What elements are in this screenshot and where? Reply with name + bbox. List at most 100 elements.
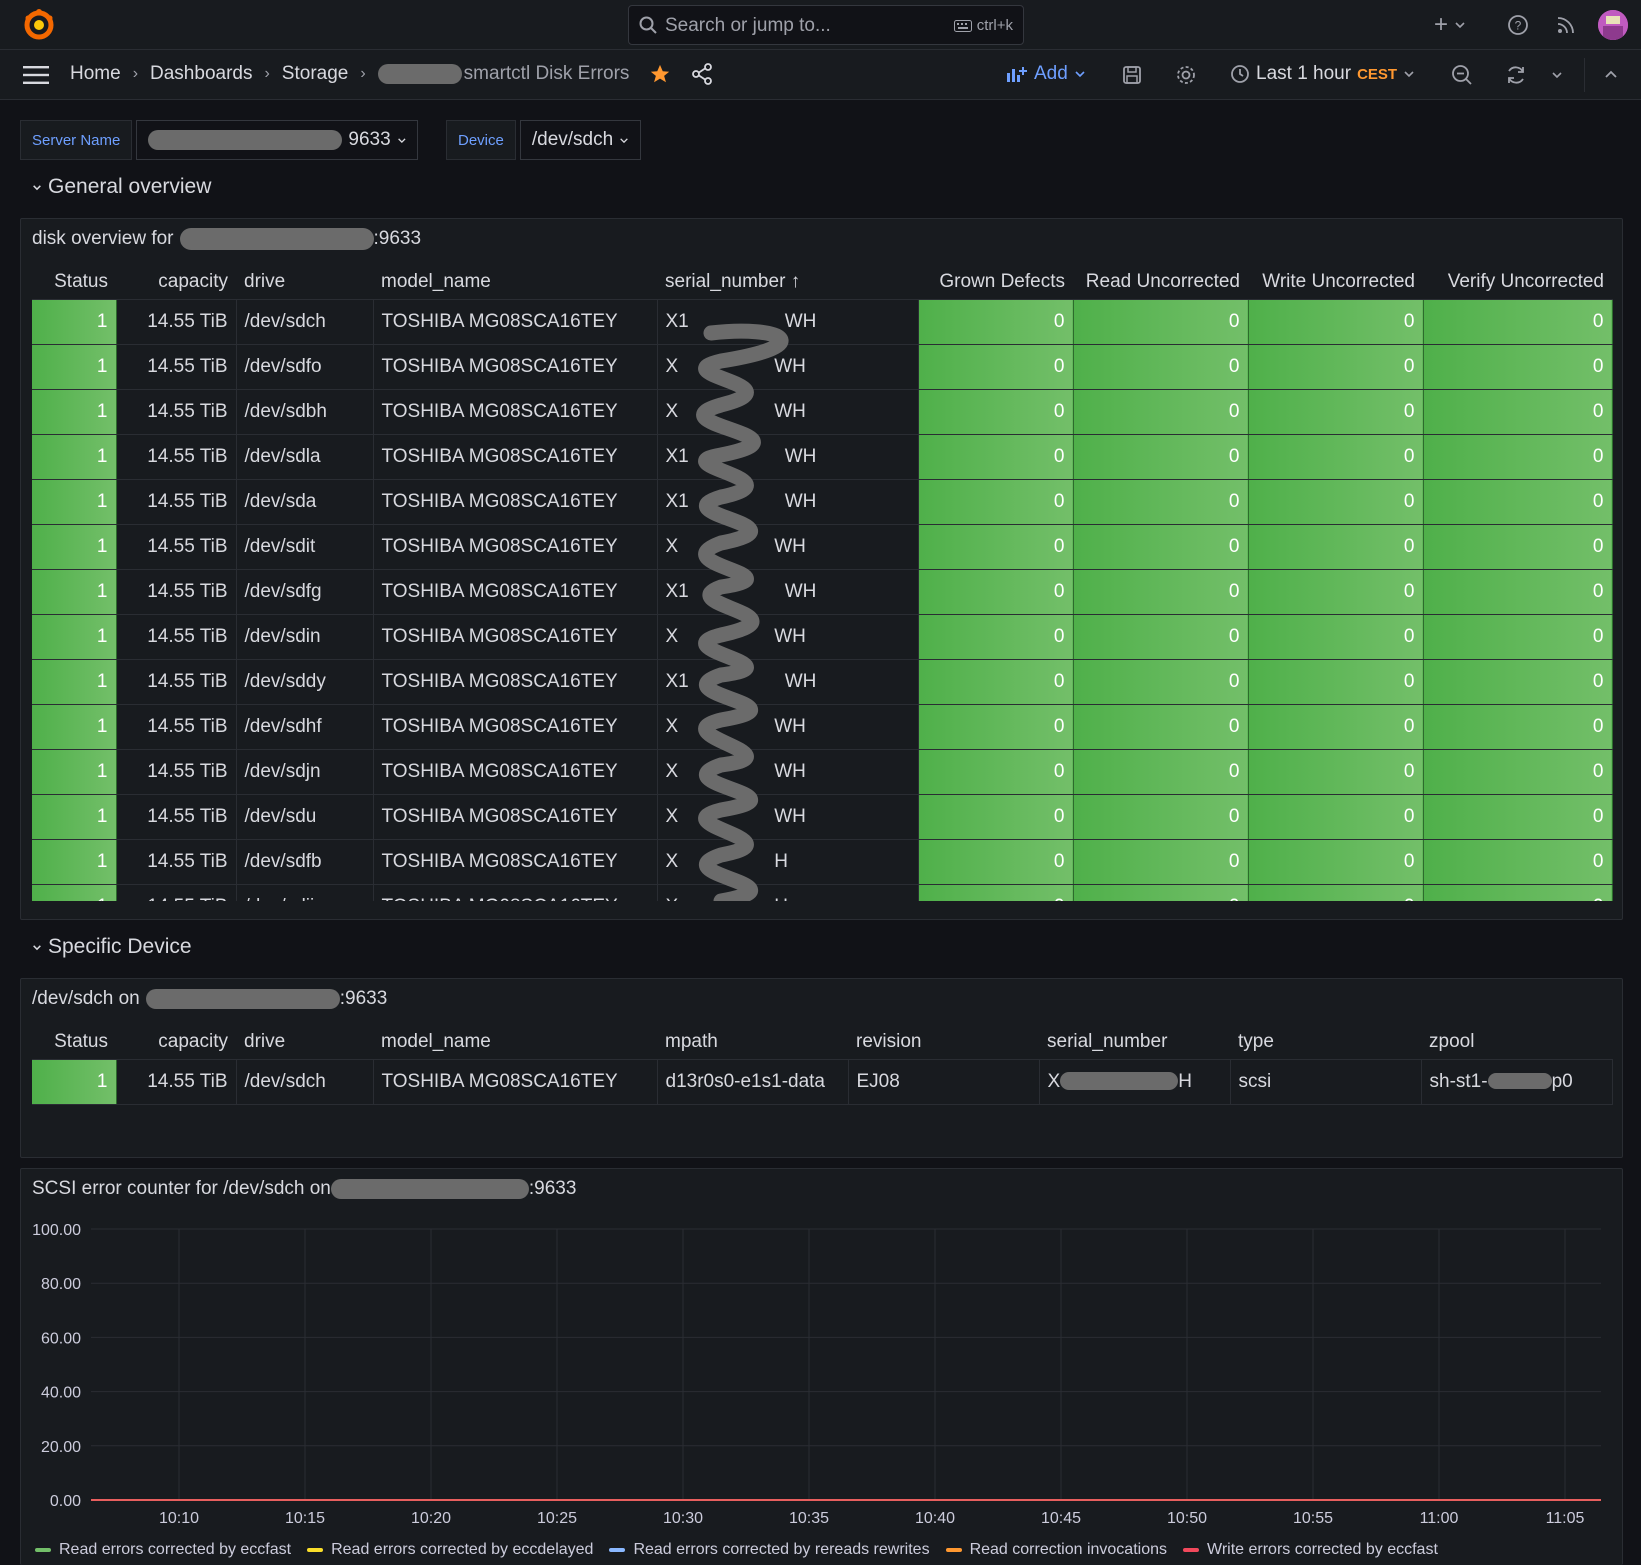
cell-write-uncorrected: 0 [1248,389,1424,435]
breadcrumb-storage[interactable]: Storage [282,63,349,85]
table-row: 1 14.55 TiB/dev/sdu TOSHIBA MG08SCA16TEY X W… [32,794,1613,840]
y-tick-label: 80.00 [41,1276,81,1293]
col-status[interactable]: Status [32,1025,116,1060]
chevron-down-icon [1455,22,1465,29]
col-drive[interactable]: drive [236,265,373,300]
col-type[interactable]: type [1230,1025,1421,1060]
col-read-uncorrected[interactable]: Read Uncorrected [1073,265,1248,300]
add-button[interactable]: Add [1006,63,1086,85]
table-row: 1 14.55 TiB/dev/sdch TOSHIBA MG08SCA16TEY X… [32,299,1613,345]
grafana-logo-icon[interactable] [22,8,56,42]
search-placeholder: Search or jump to... [665,15,831,36]
row-specific-device[interactable]: Specific Device [32,935,192,959]
redacted-text [148,130,343,150]
cell-drive: /dev/sdit [236,524,374,570]
search-input[interactable]: Search or jump to... ctrl+k [628,5,1024,45]
cell-serial: X WH [657,389,919,435]
help-icon[interactable]: ? [1506,13,1530,37]
cell-capacity: 14.55 TiB [116,614,237,660]
cell-write-uncorrected: 0 [1248,659,1424,705]
serial-end: WH [784,310,817,332]
serial-end: WH [784,580,817,602]
x-tick-label: 10:10 [159,1510,199,1527]
legend-item[interactable]: Read correction invocations [945,1541,1167,1559]
legend-item[interactable]: Write errors corrected by eccfast [1183,1541,1438,1559]
share-icon[interactable] [690,62,714,86]
zoom-out-icon[interactable] [1450,63,1474,87]
settings-gear-icon[interactable] [1174,63,1198,87]
legend-item[interactable]: Read errors corrected by eccdelayed [307,1541,593,1559]
keyboard-shortcut: ctrl+k [953,17,1013,34]
col-capacity[interactable]: capacity [116,265,236,300]
cell-grown-defects: 0 [918,299,1074,345]
breadcrumb-current-dashboard: smartctl Disk Errors [377,63,630,85]
table-row: 1 14.55 TiB/dev/sdbh TOSHIBA MG08SCA16TEY X… [32,389,1613,435]
x-tick-label: 10:40 [915,1510,955,1527]
scsi-error-time-series-chart[interactable]: 100.00 80.00 60.00 40.00 20.00 0.00 10:10 10:15… [21,1169,1623,1537]
serial-start: X [665,400,679,422]
cell-write-uncorrected: 0 [1248,524,1424,570]
col-status[interactable]: Status [32,265,116,300]
breadcrumb-home[interactable]: Home [70,63,121,85]
cell-status: 1 [32,299,117,345]
cell-status: 1 [32,614,117,660]
save-icon[interactable] [1120,63,1144,87]
device-select[interactable]: /dev/sdch [519,120,642,160]
breadcrumb-dashboards[interactable]: Dashboards [150,63,252,85]
cell-capacity: 14.55 TiB [116,344,237,390]
chevron-down-icon [1404,71,1414,78]
col-zpool[interactable]: zpool [1421,1025,1612,1060]
table-viewport[interactable]: Status capacity drive model_name serial_… [21,265,1622,901]
cell-verify-uncorrected: 0 [1423,749,1613,795]
cell-model: TOSHIBA MG08SCA16TEY [373,794,658,840]
cell-type: scsi [1230,1059,1422,1105]
cell-grown-defects: 0 [918,839,1074,885]
cell-capacity: 14.55 TiB [116,299,237,345]
time-range-picker[interactable]: Last 1 hour CEST [1230,63,1415,85]
cell-read-uncorrected: 0 [1073,569,1249,615]
col-drive[interactable]: drive [236,1025,373,1060]
server-name-select[interactable]: 9633 [136,120,419,160]
new-menu-button[interactable]: + [1430,11,1470,38]
news-feed-icon[interactable] [1554,13,1578,37]
collapse-chevron-up-icon[interactable] [1602,66,1620,82]
col-revision[interactable]: revision [848,1025,1039,1060]
menu-icon[interactable] [22,64,50,86]
star-icon[interactable] [648,62,672,86]
chevron-down-icon [620,137,628,143]
col-serial-number[interactable]: serial_number [1039,1025,1230,1060]
col-verify-uncorrected[interactable]: Verify Uncorrected [1423,265,1612,300]
y-tick-label: 100.00 [32,1222,81,1239]
col-model-name[interactable]: model_name [373,265,657,300]
col-mpath[interactable]: mpath [657,1025,848,1060]
cell-grown-defects: 0 [918,344,1074,390]
dashboard-title: smartctl Disk Errors [463,63,630,84]
cell-revision: EJ08 [848,1059,1040,1105]
col-capacity[interactable]: capacity [116,1025,236,1060]
col-write-uncorrected[interactable]: Write Uncorrected [1248,265,1423,300]
legend-item[interactable]: Read errors corrected by eccfast [35,1541,291,1559]
table-row: 1 14.55 TiB/dev/sda TOSHIBA MG08SCA16TEY X1… [32,479,1613,525]
legend-item[interactable]: Read errors corrected by rereads rewrite… [609,1541,930,1559]
chevron-right-icon: › [264,65,270,82]
user-avatar[interactable] [1598,10,1628,40]
col-grown-defects[interactable]: Grown Defects [918,265,1073,300]
col-serial-number[interactable]: serial_number ↑ [657,265,918,300]
refresh-icon[interactable] [1504,63,1528,87]
y-tick-label: 0.00 [50,1493,81,1510]
cell-grown-defects: 0 [918,524,1074,570]
legend-swatch [35,1548,51,1552]
cell-drive: /dev/sdu [236,794,374,840]
scsi-error-chart-panel: SCSI error counter for /dev/sdch on :963… [20,1168,1623,1565]
col-model-name[interactable]: model_name [373,1025,657,1060]
cell-capacity: 14.55 TiB [116,704,237,750]
serial-end: H [1178,1070,1192,1092]
variable-device: Device /dev/sdch [446,120,642,160]
redacted-text [1487,1073,1552,1090]
table-row: 114.55 TiB/dev/sdiiTOSHIBA MG08SCA16TEYX… [32,884,1613,901]
cell-verify-uncorrected: 0 [1423,524,1613,570]
timezone-badge: CEST [1357,65,1398,83]
row-general-overview[interactable]: General overview [32,175,211,199]
cell-verify-uncorrected: 0 [1423,434,1613,480]
refresh-interval-chevron-icon[interactable] [1548,67,1566,83]
